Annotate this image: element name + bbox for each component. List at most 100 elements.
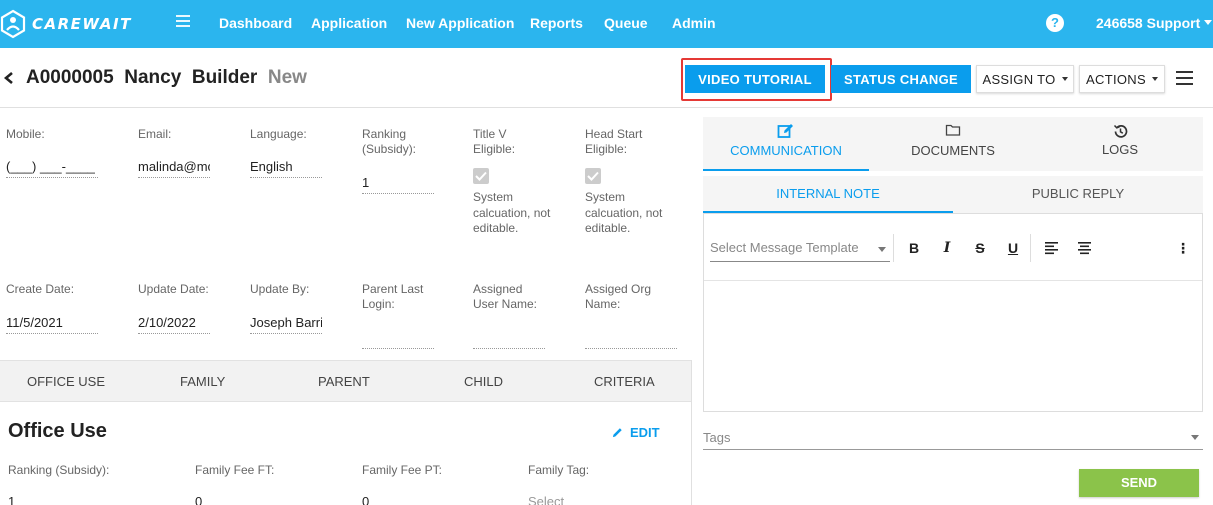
email-field[interactable]: malinda@mc [138,159,210,174]
panel-divider [691,360,692,505]
tab-public-reply[interactable]: PUBLIC REPLY [953,176,1203,213]
help-icon[interactable]: ? [1046,14,1064,32]
brand-logo[interactable]: CAREWAIT [0,9,132,39]
back-chevron-icon[interactable] [2,70,16,86]
user-name: 246658 Support [1096,15,1201,31]
tags-placeholder: Tags [703,430,731,445]
assign-to-button[interactable]: ASSIGN TO [976,65,1074,93]
logo-mark-icon [0,9,26,39]
edit-square-icon [777,124,793,138]
nav-new-application[interactable]: New Application [406,15,514,31]
mobile-underline [6,177,98,178]
actions-button[interactable]: ACTIONS [1079,65,1165,93]
right-panel-tabs: COMMUNICATION DOCUMENTS LOGS [703,117,1203,171]
update-date-underline [138,333,210,334]
history-icon [1113,124,1127,138]
edit-label: EDIT [630,425,660,440]
head-start-note: System calcuation, not editable. [585,190,663,235]
office-ranking-value: 1 [8,494,16,505]
tab-logs[interactable]: LOGS [1037,117,1203,171]
language-underline [250,177,322,178]
send-button[interactable]: SEND [1079,469,1199,497]
update-date-field[interactable]: 2/10/2022 [138,315,210,330]
chevron-down-icon [1151,77,1158,81]
chevron-down-icon [1204,20,1213,25]
family-fee-pt-value: 0 [362,494,370,505]
update-date-label: Update Date: [138,282,209,296]
tab-office-use[interactable]: OFFICE USE [27,374,105,389]
status-change-button[interactable]: STATUS CHANGE [831,65,971,93]
toolbar-separator [1030,234,1031,262]
email-underline [138,177,210,178]
create-date-underline [6,333,98,334]
message-editor[interactable]: Select Message Template B I S U ⋮ [703,213,1203,412]
tab-communication-label: COMMUNICATION [730,143,842,158]
user-menu[interactable]: 246658 Support [1096,15,1213,31]
bold-button[interactable]: B [905,239,923,257]
underline-button[interactable]: U [1004,239,1022,257]
message-template-select[interactable]: Select Message Template [710,240,890,262]
mobile-label: Mobile: [6,127,45,141]
parent-last-login-field[interactable] [362,348,434,349]
tags-select[interactable]: Tags [703,426,1203,450]
language-label: Language: [250,127,307,141]
head-start-checkbox [585,168,601,184]
tab-internal-note[interactable]: INTERNAL NOTE [703,176,953,213]
tab-parent[interactable]: PARENT [318,374,370,389]
mobile-field[interactable]: (___) ___-____ [6,159,98,174]
assigned-user-label: Assigned User Name: [473,282,538,311]
edit-office-use-button[interactable]: EDIT [612,425,660,440]
tab-communication[interactable]: COMMUNICATION [703,117,869,171]
ranking-subsidy-label: Ranking (Subsidy): [362,127,417,156]
chevron-down-icon [878,247,886,252]
email-label: Email: [138,127,172,141]
check-icon [587,171,599,181]
italic-button[interactable]: I [938,239,956,257]
more-menu-icon[interactable] [1176,71,1193,86]
assigned-org-field[interactable] [585,348,677,349]
language-field[interactable]: English [250,159,322,174]
office-ranking-label: Ranking (Subsidy): [8,463,110,477]
family-fee-pt-label: Family Fee PT: [362,463,443,477]
nav-menu-icon[interactable] [176,15,190,27]
create-date-field[interactable]: 11/5/2021 [6,315,98,330]
ranking-subsidy-field[interactable]: 1 [362,175,434,190]
family-fee-ft-label: Family Fee FT: [195,463,275,477]
more-options-icon[interactable]: ⋮ [1174,239,1192,257]
ranking-underline [362,193,434,194]
tab-child[interactable]: CHILD [464,374,503,389]
record-status: New [267,67,307,88]
actions-label: ACTIONS [1086,71,1146,87]
nav-dashboard[interactable]: Dashboard [219,15,292,31]
align-left-icon[interactable] [1044,241,1059,255]
strikethrough-button[interactable]: S [971,239,989,257]
section-tabs: OFFICE USE FAMILY PARENT CHILD CRITERIA [0,360,691,402]
check-icon [475,171,487,181]
tab-documents[interactable]: DOCUMENTS [869,117,1037,171]
tab-documents-label: DOCUMENTS [911,143,995,158]
video-tutorial-button[interactable]: VIDEO TUTORIAL [685,65,825,93]
head-start-label: Head Start Eligible: [585,127,643,156]
pencil-icon [612,428,622,438]
top-navbar: CAREWAIT Dashboard Application New Appli… [0,0,1213,48]
assigned-user-field[interactable] [473,348,545,349]
folder-icon [945,124,961,136]
applicant-last-name: Builder [191,67,258,88]
family-fee-ft-value: 0 [195,494,203,505]
nav-application[interactable]: Application [311,15,387,31]
title-v-label: Title V Eligible: [473,127,516,156]
nav-reports[interactable]: Reports [530,15,583,31]
applicant-first-name: Nancy [124,67,182,88]
align-center-icon[interactable] [1077,241,1092,255]
family-tag-select[interactable]: Select [528,494,564,505]
tab-criteria[interactable]: CRITERIA [594,374,655,389]
editor-toolbar: Select Message Template B I S U ⋮ [704,214,1202,281]
nav-queue[interactable]: Queue [604,15,648,31]
tab-family[interactable]: FAMILY [180,374,225,389]
assign-to-label: ASSIGN TO [982,71,1056,87]
template-placeholder: Select Message Template [710,240,859,255]
record-id: A0000005 [26,67,114,88]
update-by-field[interactable]: Joseph Barri [250,315,322,330]
nav-admin[interactable]: Admin [672,15,716,31]
parent-last-login-label: Parent Last Login: [362,282,424,311]
